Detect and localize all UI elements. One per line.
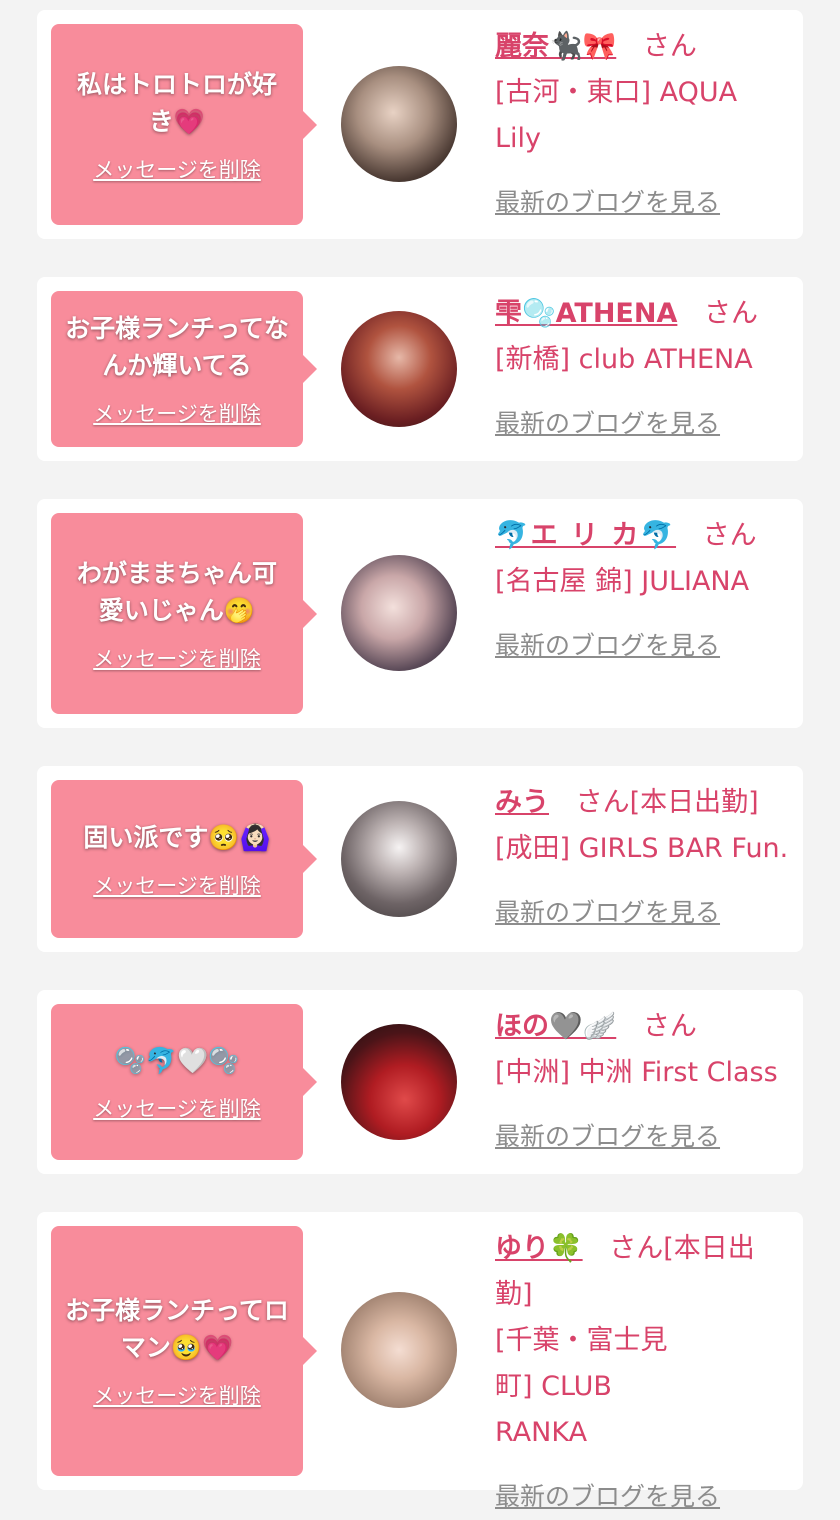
message-text: 私はトロトロが好き💗 [76, 69, 277, 136]
cast-name-link[interactable]: 麗奈🐈‍⬛🎀 [495, 31, 616, 62]
message-text: わがままちゃん可愛いじゃん🤭 [76, 558, 277, 625]
message-card: わがままちゃん可愛いじゃん🤭 メッセージを削除 🐬エ リ カ🐬 さん [名古屋 … [37, 499, 803, 728]
message-card: 固い派です🥺🙆🏻‍♀️ メッセージを削除 みう さん[本日出勤] [成田] GI… [37, 766, 803, 952]
message-card: お子様ランチってロマン🥹💗 メッセージを削除 ゆり🍀 さん[本日出勤] [千葉・… [37, 1212, 803, 1511]
cast-info: 雫🫧ATHENA さん [新橋] club ATHENA 最新のブログを見る [495, 291, 791, 447]
cast-name-link[interactable]: ほの🩶🪽 [495, 1011, 616, 1042]
delete-message-link[interactable]: メッセージを削除 [93, 870, 261, 900]
name-suffix: さん [642, 1011, 697, 1042]
message-card: 🫧🐬🤍🫧 メッセージを削除 ほの🩶🪽 さん [中洲] 中洲 First Clas… [37, 990, 803, 1174]
name-suffix: さん [703, 298, 758, 329]
shop-name: [成田] GIRLS BAR Fun. [495, 833, 789, 864]
cast-info: ほの🩶🪽 さん [中洲] 中洲 First Class 最新のブログを見る [495, 1004, 791, 1160]
shop-name: [千葉・富士見町] CLUB RANKA [495, 1325, 668, 1448]
shop-name: [中洲] 中洲 First Class [495, 1057, 778, 1088]
delete-message-link[interactable]: メッセージを削除 [93, 398, 261, 428]
message-bubble: 🫧🐬🤍🫧 メッセージを削除 [51, 1004, 317, 1160]
message-text: 固い派です🥺🙆🏻‍♀️ [83, 822, 271, 852]
cast-info: 麗奈🐈‍⬛🎀 さん [古河・東口] AQUA Lily 最新のブログを見る [495, 24, 791, 226]
message-bubble: 私はトロトロが好き💗 メッセージを削除 [51, 24, 317, 225]
cast-name-link[interactable]: みう [495, 787, 549, 818]
delete-message-link[interactable]: メッセージを削除 [93, 1380, 261, 1410]
cast-name-link[interactable]: ゆり🍀 [495, 1233, 583, 1264]
cast-info: ゆり🍀 さん[本日出勤] [千葉・富士見町] CLUB RANKA 最新のブログ… [495, 1226, 791, 1520]
message-text: お子様ランチってロマン🥹💗 [65, 1296, 289, 1362]
message-card: お子様ランチってなんか輝いてる メッセージを削除 雫🫧ATHENA さん [新橋… [37, 277, 803, 461]
shop-name: [古河・東口] AQUA Lily [495, 77, 738, 154]
avatar[interactable] [341, 1292, 457, 1408]
message-card: 私はトロトロが好き💗 メッセージを削除 麗奈🐈‍⬛🎀 さん [古河・東口] AQ… [37, 10, 803, 239]
name-suffix: さん [702, 520, 757, 551]
latest-blog-link[interactable]: 最新のブログを見る [495, 1114, 791, 1160]
shop-name: [名古屋 錦] JULIANA [495, 566, 750, 597]
message-bubble: 固い派です🥺🙆🏻‍♀️ メッセージを削除 [51, 780, 317, 938]
avatar[interactable] [341, 1024, 457, 1140]
message-text: 🫧🐬🤍🫧 [114, 1045, 240, 1075]
avatar[interactable] [341, 311, 457, 427]
name-suffix: さん [642, 31, 697, 62]
cast-info: 🐬エ リ カ🐬 さん [名古屋 錦] JULIANA 最新のブログを見る [495, 513, 791, 669]
message-bubble: お子様ランチってなんか輝いてる メッセージを削除 [51, 291, 317, 447]
message-bubble: わがままちゃん可愛いじゃん🤭 メッセージを削除 [51, 513, 317, 714]
message-bubble: お子様ランチってロマン🥹💗 メッセージを削除 [51, 1226, 317, 1476]
latest-blog-link[interactable]: 最新のブログを見る [495, 623, 791, 669]
avatar[interactable] [341, 66, 457, 182]
latest-blog-link[interactable]: 最新のブログを見る [495, 1474, 791, 1520]
avatar[interactable] [341, 801, 457, 917]
cast-name-link[interactable]: 雫🫧ATHENA [495, 298, 677, 329]
delete-message-link[interactable]: メッセージを削除 [93, 643, 261, 673]
cast-name-link[interactable]: 🐬エ リ カ🐬 [495, 520, 676, 551]
delete-message-link[interactable]: メッセージを削除 [93, 1093, 261, 1123]
avatar[interactable] [341, 555, 457, 671]
shop-name: [新橋] club ATHENA [495, 344, 753, 375]
latest-blog-link[interactable]: 最新のブログを見る [495, 890, 791, 936]
delete-message-link[interactable]: メッセージを削除 [93, 154, 261, 184]
latest-blog-link[interactable]: 最新のブログを見る [495, 401, 791, 447]
cast-info: みう さん[本日出勤] [成田] GIRLS BAR Fun. 最新のブログを見… [495, 780, 791, 936]
name-suffix: さん[本日出勤] [575, 787, 759, 818]
latest-blog-link[interactable]: 最新のブログを見る [495, 180, 791, 226]
message-text: お子様ランチってなんか輝いてる [65, 314, 289, 380]
